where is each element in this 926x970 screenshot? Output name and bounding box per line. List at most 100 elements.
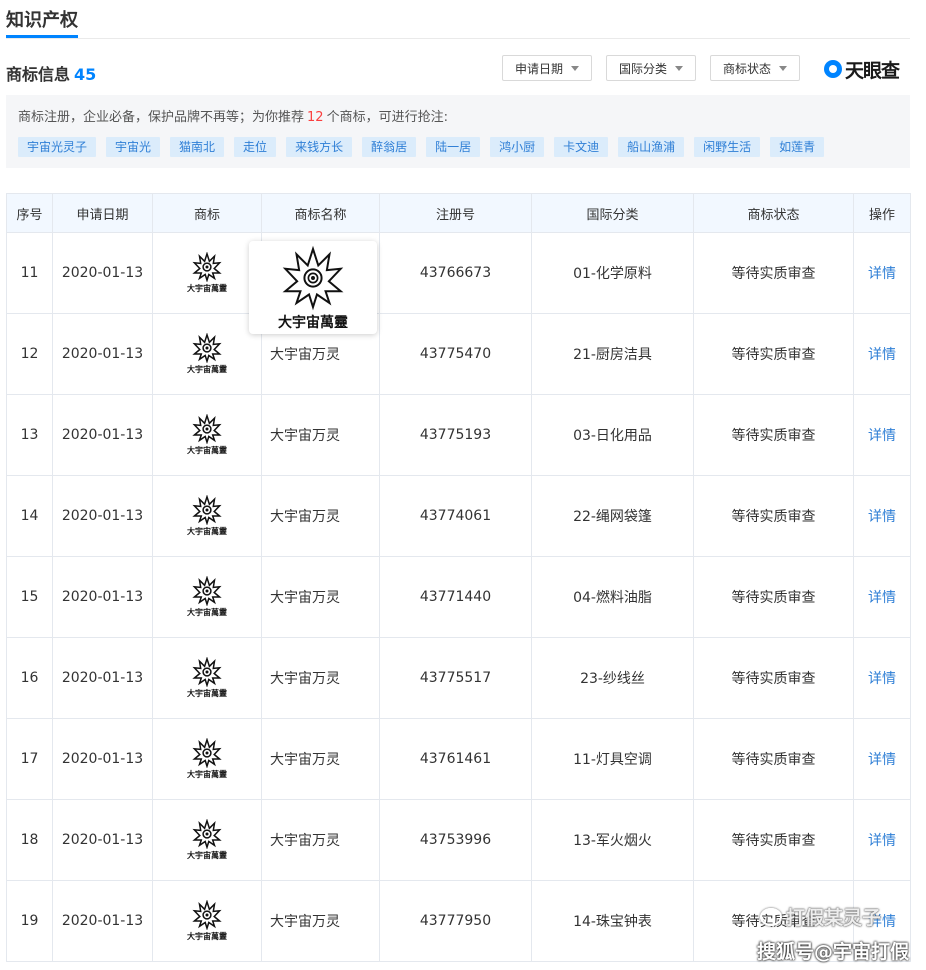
trademark-star-logo-icon[interactable]: 大宇宙萬靈 [187, 819, 227, 861]
recommended-trademark-tag[interactable]: 闲野生活 [694, 137, 761, 157]
detail-link[interactable]: 详情 [868, 752, 896, 768]
trademark-star-logo-icon[interactable]: 大宇宙萬靈 [187, 414, 227, 456]
col-header-index: 序号 [6, 193, 53, 233]
row-intl-class: 03-日化用品 [531, 394, 694, 476]
col-header-action: 操作 [853, 193, 911, 233]
row-index: 13 [6, 394, 53, 476]
row-logo-cell[interactable]: 大宇宙萬靈 [152, 556, 262, 638]
brand-name: 天眼查 [845, 59, 900, 82]
row-trademark-name: 大宇宙万灵 [261, 880, 380, 962]
row-apply-date: 2020-01-13 [52, 718, 153, 800]
row-logo-cell[interactable]: 大宇宙萬靈 [152, 718, 262, 800]
filter-label: 国际分类 [618, 61, 667, 76]
trademark-star-logo-icon[interactable]: 大宇宙萬靈 [187, 333, 227, 375]
trademark-logo-text: 大宇宙萬靈 [187, 851, 227, 860]
filter-apply-date[interactable]: 申请日期 [502, 55, 592, 81]
recommended-trademark-tag[interactable]: 来钱方长 [286, 137, 353, 157]
row-logo-cell[interactable]: 大宇宙萬靈 [152, 394, 262, 476]
recommended-trademark-tag[interactable]: 船山渔浦 [618, 137, 685, 157]
recommended-trademark-tag[interactable]: 宇宙光 [106, 137, 161, 157]
filter-trademark-status[interactable]: 商标状态 [710, 55, 800, 81]
trademark-logo-text: 大宇宙萬靈 [187, 689, 227, 698]
row-action-cell: 详情 [853, 313, 911, 395]
row-trademark-name: 大宇宙万灵 [261, 394, 380, 476]
row-index: 11 [6, 232, 53, 314]
table-header-row: 序号 申请日期 商标 商标名称 注册号 国际分类 商标状态 操作 [6, 193, 911, 233]
row-logo-cell[interactable]: 大宇宙萬靈 [152, 475, 262, 557]
detail-link[interactable]: 详情 [868, 671, 896, 687]
row-action-cell: 详情 [853, 394, 911, 476]
table-row: 17 2020-01-13 大宇宙萬靈 大宇宙万灵 43761461 11-灯具空调 等待实… [6, 718, 911, 800]
row-intl-class: 11-灯具空调 [531, 718, 694, 800]
row-logo-cell[interactable]: 大宇宙萬靈 [152, 799, 262, 881]
trademark-star-logo-icon[interactable]: 大宇宙萬靈 [187, 657, 227, 699]
chevron-down-icon [779, 65, 787, 71]
row-action-cell: 详情 [853, 556, 911, 638]
detail-link[interactable]: 详情 [868, 266, 896, 282]
row-action-cell: 详情 [853, 799, 911, 881]
row-intl-class: 01-化学原料 [531, 232, 694, 314]
recommended-trademark-tag[interactable]: 鸿小厨 [490, 137, 545, 157]
row-logo-cell[interactable]: 大宇宙萬靈 [152, 637, 262, 719]
trademark-star-logo-icon[interactable]: 大宇宙萬靈 [187, 576, 227, 618]
filter-intl-class[interactable]: 国际分类 [606, 55, 696, 81]
col-header-logo: 商标 [152, 193, 262, 233]
row-status: 等待实质审查 [693, 394, 854, 476]
trademark-star-logo-icon[interactable]: 大宇宙萬靈 [187, 495, 227, 537]
table-row: 16 2020-01-13 大宇宙萬靈 大宇宙万灵 43775517 23-纱线丝 等待实质… [6, 637, 911, 719]
detail-link[interactable]: 详情 [868, 428, 896, 444]
trademark-star-logo-icon[interactable]: 大宇宙萬靈 [187, 900, 227, 942]
trademark-logo-preview: 大宇宙萬靈 [249, 241, 377, 334]
section-title-label: 商标信息 [6, 65, 71, 84]
recommended-trademark-tag[interactable]: 宇宙光灵子 [18, 137, 97, 157]
row-logo-cell[interactable]: 大宇宙萬靈 [152, 880, 262, 962]
trademark-logo-preview-text: 大宇宙萬靈 [278, 315, 348, 331]
row-intl-class: 14-珠宝钟表 [531, 880, 694, 962]
row-action-cell: 详情 [853, 718, 911, 800]
recommended-trademark-tag[interactable]: 走位 [234, 137, 277, 157]
row-apply-date: 2020-01-13 [52, 475, 153, 557]
detail-link[interactable]: 详情 [868, 590, 896, 606]
detail-link[interactable]: 详情 [868, 347, 896, 363]
tab-intellectual-property[interactable]: 知识产权 [6, 6, 78, 32]
row-reg-number: 43775470 [379, 313, 532, 395]
row-intl-class: 23-纱线丝 [531, 637, 694, 719]
recommended-trademark-tag[interactable]: 醉翁居 [362, 137, 417, 157]
watermark-line2: 搜狐号@宇宙打假 [757, 941, 910, 963]
recommended-trademark-tag[interactable]: 猫南北 [170, 137, 225, 157]
recommended-trademark-tag[interactable]: 陆一居 [426, 137, 481, 157]
row-reg-number: 43775193 [379, 394, 532, 476]
table-row: 15 2020-01-13 大宇宙萬靈 大宇宙万灵 43771440 04-燃料油脂 等待实… [6, 556, 911, 638]
row-apply-date: 2020-01-13 [52, 556, 153, 638]
row-status: 等待实质审查 [693, 313, 854, 395]
table-row: 14 2020-01-13 大宇宙萬靈 大宇宙万灵 43774061 22-绳网袋篷 等待实… [6, 475, 911, 557]
recommendation-text-after: 个商标，可进行抢注: [326, 110, 448, 125]
section-title: 商标信息 45 [6, 61, 96, 85]
row-trademark-name: 大宇宙万灵 [261, 637, 380, 719]
brand-logo: 天眼查 [824, 56, 900, 82]
row-index: 17 [6, 718, 53, 800]
recommended-trademark-tag[interactable]: 如莲青 [770, 137, 825, 157]
col-header-intl-class: 国际分类 [531, 193, 694, 233]
col-header-apply-date: 申请日期 [52, 193, 153, 233]
row-logo-cell[interactable]: 大宇宙萬靈 [152, 232, 262, 314]
trademark-star-logo-icon[interactable]: 大宇宙萬靈 [187, 252, 227, 294]
trademark-count: 45 [74, 65, 97, 84]
watermark-line1-text: 打假某灵子 [786, 907, 882, 929]
recommended-trademark-tag[interactable]: 卡文迪 [554, 137, 609, 157]
chevron-down-icon [571, 65, 579, 71]
row-index: 18 [6, 799, 53, 881]
table-row: 12 2020-01-13 大宇宙萬靈 大宇宙万灵 43775470 21-厨房洁具 等待实… [6, 313, 911, 395]
detail-link[interactable]: 详情 [868, 833, 896, 849]
trademark-star-logo-icon[interactable]: 大宇宙萬靈 [187, 738, 227, 780]
row-reg-number: 43771440 [379, 556, 532, 638]
brand-eye-icon [824, 60, 842, 78]
row-logo-cell[interactable]: 大宇宙萬靈 [152, 313, 262, 395]
trademark-logo-text: 大宇宙萬靈 [187, 608, 227, 617]
trademark-logo-text: 大宇宙萬靈 [187, 527, 227, 536]
row-status: 等待实质审查 [693, 637, 854, 719]
watermark-line1: 打假某灵子 [760, 903, 881, 930]
detail-link[interactable]: 详情 [868, 509, 896, 525]
row-trademark-name: 大宇宙万灵 [261, 799, 380, 881]
row-index: 19 [6, 880, 53, 962]
